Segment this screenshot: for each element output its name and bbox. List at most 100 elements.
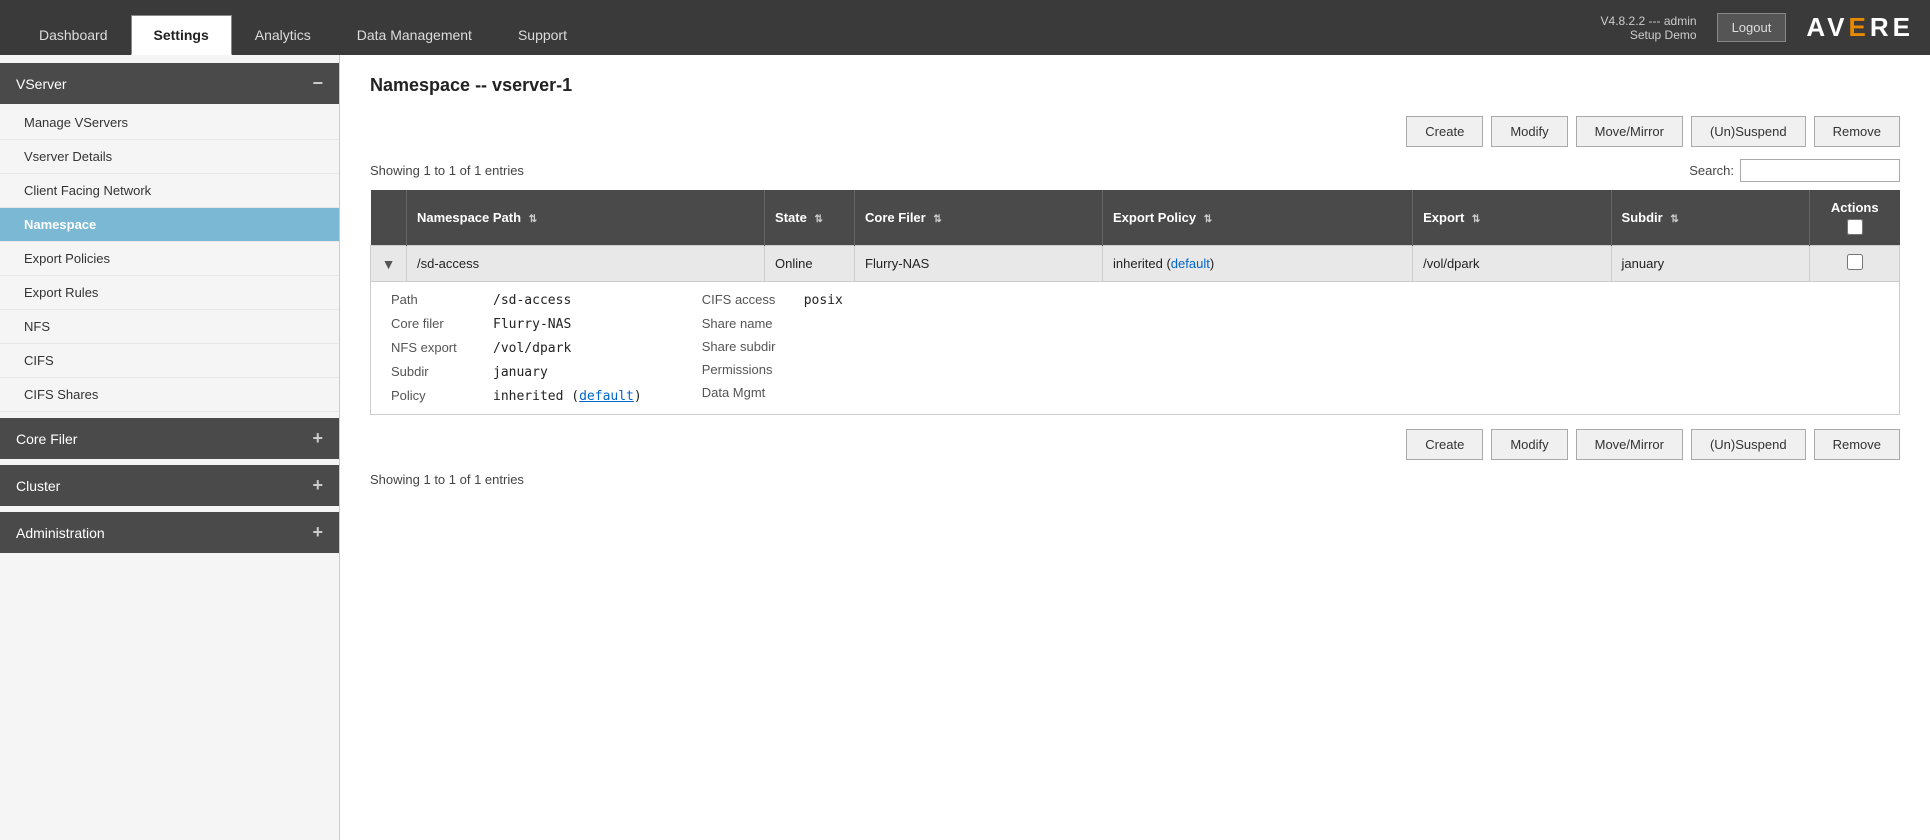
detail-right-col: CIFS access posix Share name Share subdi… [702, 292, 843, 404]
detail-left-col: Path /sd-access Core filer Flurry-NAS NF… [391, 292, 642, 404]
detail-policy-link[interactable]: default [579, 389, 634, 404]
remove-button-bottom[interactable]: Remove [1814, 429, 1900, 460]
sidebar-item-manage-vservers[interactable]: Manage VServers [0, 106, 339, 140]
sort-namespace-path-icon: ⇅ [529, 214, 537, 225]
row-checkbox-cell [1810, 246, 1900, 282]
sidebar-section-administration[interactable]: Administration + [0, 512, 339, 553]
detail-subdir: Subdir january [391, 364, 642, 380]
select-all-checkbox[interactable] [1847, 219, 1863, 235]
detail-cifs-access: CIFS access posix [702, 292, 843, 308]
sort-export-icon: ⇅ [1472, 214, 1480, 225]
vserver-collapse-icon: − [312, 73, 323, 94]
sidebar-item-namespace[interactable]: Namespace [0, 208, 339, 242]
create-button-top[interactable]: Create [1406, 116, 1483, 147]
expand-row-button[interactable]: ▼ [382, 256, 396, 272]
table-row: ▼ /sd-access Online Flurry-NAS inherited… [371, 246, 1900, 282]
th-export-policy[interactable]: Export Policy ⇅ [1102, 190, 1412, 246]
main-layout: VServer − Manage VServers Vserver Detail… [0, 55, 1930, 840]
table-meta-top: Showing 1 to 1 of 1 entries Search: [370, 159, 1900, 182]
sort-core-filer-icon: ⇅ [933, 214, 941, 225]
sidebar-vserver-items: Manage VServers Vserver Details Client F… [0, 106, 339, 412]
detail-row: Path /sd-access Core filer Flurry-NAS NF… [371, 282, 1900, 415]
version-info: V4.8.2.2 --- admin Setup Demo [1601, 14, 1697, 42]
export-policy-cell: inherited (default) [1102, 246, 1412, 282]
detail-policy: Policy inherited (default) [391, 388, 642, 404]
th-expand [371, 190, 407, 246]
detail-nfs-export: NFS export /vol/dpark [391, 340, 642, 356]
tab-analytics[interactable]: Analytics [232, 15, 334, 55]
sidebar-item-cifs-shares[interactable]: CIFS Shares [0, 378, 339, 412]
nav-tabs: Dashboard Settings Analytics Data Manage… [16, 0, 590, 55]
sidebar: VServer − Manage VServers Vserver Detail… [0, 55, 340, 840]
th-subdir[interactable]: Subdir ⇅ [1611, 190, 1809, 246]
sidebar-item-vserver-details[interactable]: Vserver Details [0, 140, 339, 174]
expand-cell: ▼ [371, 246, 407, 282]
detail-cell: Path /sd-access Core filer Flurry-NAS NF… [371, 282, 1900, 415]
sidebar-section-cluster-label: Cluster [16, 478, 60, 494]
top-action-bar: Create Modify Move/Mirror (Un)Suspend Re… [370, 116, 1900, 147]
th-export[interactable]: Export ⇅ [1413, 190, 1611, 246]
showing-label-top: Showing 1 to 1 of 1 entries [370, 163, 524, 178]
state-cell: Online [765, 246, 855, 282]
move-mirror-button-bottom[interactable]: Move/Mirror [1576, 429, 1683, 460]
topbar: Dashboard Settings Analytics Data Manage… [0, 0, 1930, 55]
move-mirror-button-top[interactable]: Move/Mirror [1576, 116, 1683, 147]
sidebar-section-core-filer[interactable]: Core Filer + [0, 418, 339, 459]
remove-button-top[interactable]: Remove [1814, 116, 1900, 147]
sidebar-section-administration-label: Administration [16, 525, 105, 541]
detail-permissions: Permissions [702, 362, 843, 377]
content-area: Namespace -- vserver-1 Create Modify Mov… [340, 55, 1930, 840]
export-cell: /vol/dpark [1413, 246, 1611, 282]
sidebar-item-export-rules[interactable]: Export Rules [0, 276, 339, 310]
search-container: Search: [1689, 159, 1900, 182]
sort-subdir-icon: ⇅ [1670, 214, 1678, 225]
sidebar-section-cluster[interactable]: Cluster + [0, 465, 339, 506]
sidebar-item-nfs[interactable]: NFS [0, 310, 339, 344]
sidebar-section-vserver-label: VServer [16, 76, 67, 92]
row-checkbox[interactable] [1847, 254, 1863, 270]
showing-label-bottom: Showing 1 to 1 of 1 entries [370, 472, 1900, 487]
export-policy-link[interactable]: default [1171, 256, 1210, 271]
detail-path: Path /sd-access [391, 292, 642, 308]
page-title: Namespace -- vserver-1 [370, 75, 1900, 96]
search-input[interactable] [1740, 159, 1900, 182]
search-label: Search: [1689, 163, 1734, 178]
detail-core-filer: Core filer Flurry-NAS [391, 316, 642, 332]
sidebar-section-core-filer-label: Core Filer [16, 431, 77, 447]
bottom-action-bar: Create Modify Move/Mirror (Un)Suspend Re… [370, 429, 1900, 460]
core-filer-cell: Flurry-NAS [855, 246, 1103, 282]
sort-export-policy-icon: ⇅ [1204, 214, 1212, 225]
namespace-path-cell: /sd-access [407, 246, 765, 282]
sidebar-item-export-policies[interactable]: Export Policies [0, 242, 339, 276]
sidebar-item-cifs[interactable]: CIFS [0, 344, 339, 378]
sidebar-section-vserver[interactable]: VServer − [0, 63, 339, 104]
subdir-cell: january [1611, 246, 1809, 282]
modify-button-top[interactable]: Modify [1491, 116, 1567, 147]
detail-inner: Path /sd-access Core filer Flurry-NAS NF… [371, 282, 1899, 414]
th-state[interactable]: State ⇅ [765, 190, 855, 246]
sort-state-icon: ⇅ [814, 214, 822, 225]
th-actions: Actions [1810, 190, 1900, 246]
tab-dashboard[interactable]: Dashboard [16, 15, 131, 55]
logout-button[interactable]: Logout [1717, 13, 1787, 42]
tab-data-management[interactable]: Data Management [334, 15, 495, 55]
sidebar-item-client-facing-network[interactable]: Client Facing Network [0, 174, 339, 208]
unsuspend-button-top[interactable]: (Un)Suspend [1691, 116, 1806, 147]
namespace-table: Namespace Path ⇅ State ⇅ Core Filer ⇅ Ex… [370, 190, 1900, 415]
unsuspend-button-bottom[interactable]: (Un)Suspend [1691, 429, 1806, 460]
core-filer-expand-icon: + [312, 428, 323, 449]
create-button-bottom[interactable]: Create [1406, 429, 1483, 460]
logo: AVERE [1806, 12, 1914, 43]
tab-support[interactable]: Support [495, 15, 590, 55]
detail-data-mgmt: Data Mgmt [702, 385, 843, 400]
modify-button-bottom[interactable]: Modify [1491, 429, 1567, 460]
th-namespace-path[interactable]: Namespace Path ⇅ [407, 190, 765, 246]
detail-share-name: Share name [702, 316, 843, 331]
detail-share-subdir: Share subdir [702, 339, 843, 354]
th-core-filer[interactable]: Core Filer ⇅ [855, 190, 1103, 246]
administration-expand-icon: + [312, 522, 323, 543]
cluster-expand-icon: + [312, 475, 323, 496]
table-header-row: Namespace Path ⇅ State ⇅ Core Filer ⇅ Ex… [371, 190, 1900, 246]
topbar-right: V4.8.2.2 --- admin Setup Demo Logout AVE… [1601, 12, 1914, 43]
tab-settings[interactable]: Settings [131, 15, 232, 55]
